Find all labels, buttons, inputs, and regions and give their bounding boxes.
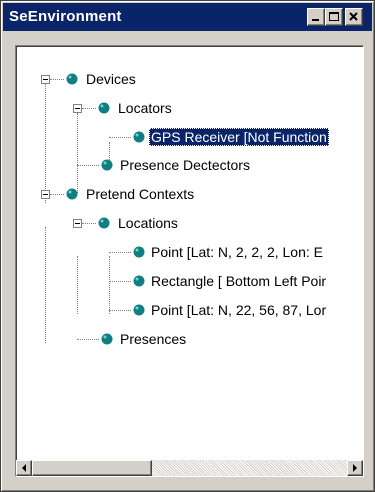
tree-connector bbox=[109, 252, 131, 253]
tree-item-rectangle[interactable]: Rectangle [ Bottom Left Poir bbox=[149, 272, 328, 290]
minimize-icon bbox=[312, 19, 319, 21]
maximize-icon bbox=[329, 12, 339, 21]
tree-connector bbox=[45, 84, 46, 203]
collapse-toggle[interactable] bbox=[73, 104, 82, 113]
arrow-left-icon bbox=[22, 464, 26, 472]
node-icon bbox=[133, 131, 145, 143]
tree-item-locations[interactable]: Locations bbox=[116, 214, 180, 232]
maximize-button[interactable] bbox=[325, 8, 343, 26]
minimize-button[interactable] bbox=[307, 8, 325, 26]
node-icon bbox=[101, 159, 113, 171]
app-window: SeEnvironment Devices Locators GPS Recei… bbox=[0, 0, 375, 492]
tree-connector bbox=[50, 194, 64, 195]
horizontal-scrollbar[interactable] bbox=[16, 460, 363, 476]
title-bar[interactable]: SeEnvironment bbox=[3, 3, 372, 31]
node-icon bbox=[133, 246, 145, 258]
tree-connector bbox=[109, 281, 131, 282]
tree-canvas: Devices Locators GPS Receiver [Not Funct… bbox=[16, 46, 363, 460]
collapse-toggle[interactable] bbox=[41, 190, 50, 199]
node-icon bbox=[133, 304, 145, 316]
tree-connector bbox=[82, 108, 96, 109]
node-icon bbox=[133, 275, 145, 287]
tree-connector bbox=[77, 113, 78, 193]
tree-connector bbox=[77, 165, 99, 166]
tree-connector bbox=[109, 137, 131, 138]
scroll-right-button[interactable] bbox=[347, 460, 363, 476]
node-icon bbox=[101, 333, 113, 345]
tree-item-point-1[interactable]: Point [Lat: N, 2, 2, 2, Lon: E bbox=[149, 243, 325, 261]
window-title: SeEnvironment bbox=[9, 8, 122, 25]
scrollbar-thumb[interactable] bbox=[32, 460, 152, 476]
close-button[interactable] bbox=[345, 8, 363, 26]
tree-connector bbox=[109, 256, 110, 314]
tree-connector bbox=[50, 79, 64, 80]
tree-item-locators[interactable]: Locators bbox=[116, 99, 174, 117]
tree-item-gps-receiver[interactable]: GPS Receiver [Not Function bbox=[149, 128, 329, 146]
node-icon bbox=[98, 102, 110, 114]
tree-item-point-2[interactable]: Point [Lat: N, 22, 56, 87, Lor bbox=[149, 301, 328, 319]
close-icon bbox=[349, 12, 358, 21]
tree-item-presences[interactable]: Presences bbox=[118, 330, 188, 348]
arrow-right-icon bbox=[353, 464, 357, 472]
tree-item-presence-dectectors[interactable]: Presence Dectectors bbox=[118, 156, 252, 174]
scroll-left-button[interactable] bbox=[16, 460, 32, 476]
node-icon bbox=[66, 73, 78, 85]
collapse-toggle[interactable] bbox=[73, 219, 82, 228]
collapse-toggle[interactable] bbox=[41, 75, 50, 84]
tree-item-pretend-contexts[interactable]: Pretend Contexts bbox=[84, 185, 196, 203]
node-icon bbox=[98, 217, 110, 229]
tree-connector bbox=[77, 339, 99, 340]
node-icon bbox=[66, 188, 78, 200]
tree-connector bbox=[77, 256, 78, 314]
tree-connector bbox=[45, 227, 46, 343]
tree-item-devices[interactable]: Devices bbox=[84, 70, 138, 88]
tree-connector bbox=[82, 223, 96, 224]
tree-view[interactable]: Devices Locators GPS Receiver [Not Funct… bbox=[15, 45, 364, 477]
tree-connector bbox=[109, 310, 131, 311]
